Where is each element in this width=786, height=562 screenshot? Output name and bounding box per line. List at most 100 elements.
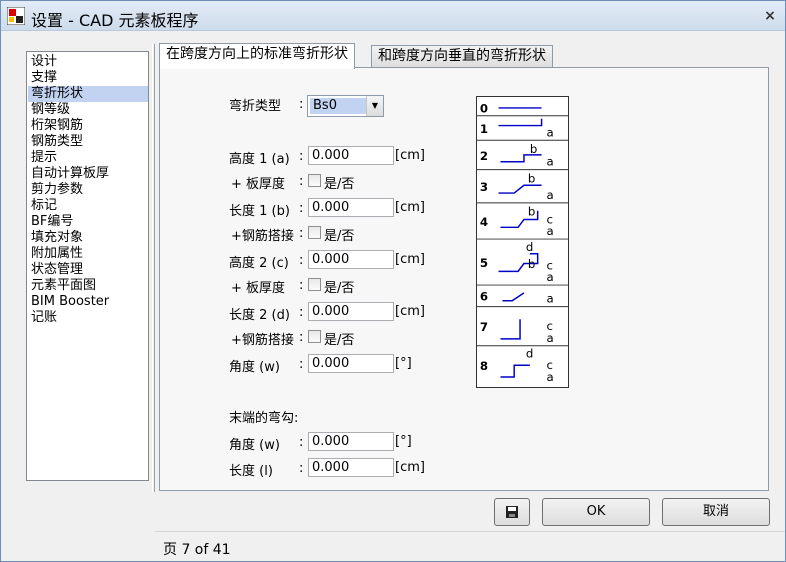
end-angle-unit: [°] xyxy=(395,434,412,449)
settings-nav-list[interactable]: 设计 支撑 弯折形状 钢等级 桁架钢筋 钢筋类型 提示 自动计算板厚 剪力参数 标记 BF编号 填充对… xyxy=(26,51,149,481)
end-length-input[interactable]: 0.000 xyxy=(308,458,394,477)
save-button[interactable] xyxy=(494,498,530,526)
angle-input[interactable]: 0.000 xyxy=(308,354,394,373)
angle-unit: [°] xyxy=(395,356,412,371)
splitter[interactable] xyxy=(152,44,155,492)
colon: : xyxy=(299,226,304,241)
length2-input[interactable]: 0.000 xyxy=(308,302,394,321)
bend-shapes-diagram[interactable]: 01 a2 ba3ba4bca5db ca6 a7 ca8dca xyxy=(476,96,569,388)
shape-dim-label: b xyxy=(528,171,535,185)
sidebar-item[interactable]: 设计 xyxy=(28,54,148,70)
sidebar-item[interactable]: BF编号 xyxy=(28,214,148,230)
shape-dim-label: a xyxy=(546,125,553,139)
bend-shape-line[interactable] xyxy=(500,319,521,340)
shape-number: 5 xyxy=(480,256,488,270)
colon: : xyxy=(299,278,304,293)
shape-dim-label: d xyxy=(526,346,533,360)
end-angle-label: 角度 (w) xyxy=(229,438,280,453)
sidebar-item[interactable]: 记账 xyxy=(28,310,148,326)
height1-input[interactable]: 0.000 xyxy=(308,146,394,165)
colon: : xyxy=(299,97,304,112)
plus-slab-checkbox[interactable] xyxy=(308,174,321,187)
plus-slab2-option: 是/否 xyxy=(324,281,355,296)
shape-dim-label: d xyxy=(526,240,533,254)
end-hook-title: 末端的弯勾: xyxy=(229,411,299,426)
plus-lap-option: 是/否 xyxy=(324,229,355,244)
shape-dim-label: b xyxy=(528,205,535,219)
sidebar-item[interactable]: 标记 xyxy=(28,198,148,214)
save-icon xyxy=(506,506,518,518)
shape-dim-label: a xyxy=(546,224,553,238)
cancel-button[interactable]: 取消 xyxy=(662,498,770,526)
sidebar-item[interactable]: 元素平面图 xyxy=(28,278,148,294)
bend-shape-line[interactable] xyxy=(498,184,542,194)
shape-dim-label: b xyxy=(530,142,537,156)
sidebar-item[interactable]: 提示 xyxy=(28,150,148,166)
tab-perpendicular-bend[interactable]: 和跨度方向垂直的弯折形状 xyxy=(371,45,553,69)
bend-shape-line[interactable] xyxy=(498,118,543,127)
shape-number: 3 xyxy=(480,180,488,194)
bend-type-value: Bs0 xyxy=(310,98,366,114)
end-length-label: 长度 (l) xyxy=(229,464,273,479)
close-button[interactable]: × xyxy=(759,6,781,26)
colon: : xyxy=(299,357,304,372)
plus-slab2-checkbox[interactable] xyxy=(308,278,321,291)
length1-input[interactable]: 0.000 xyxy=(308,198,394,217)
height1-unit: [cm] xyxy=(395,148,425,163)
end-angle-input[interactable]: 0.000 xyxy=(308,432,394,451)
bend-type-select[interactable]: Bs0 ▼ xyxy=(307,95,384,117)
sidebar-item[interactable]: 附加属性 xyxy=(28,246,148,262)
height2-unit: [cm] xyxy=(395,252,425,267)
height2-input[interactable]: 0.000 xyxy=(308,250,394,269)
app-icon xyxy=(7,7,25,25)
end-length-unit: [cm] xyxy=(395,460,425,475)
shape-dim-label: a xyxy=(546,155,553,169)
chevron-down-icon[interactable]: ▼ xyxy=(366,96,383,116)
shape-dim-label: a xyxy=(546,188,553,202)
title-bar: 设置 - CAD 元素板程序 × xyxy=(1,1,785,31)
sidebar-item[interactable]: 状态管理 xyxy=(28,262,148,278)
sidebar-item[interactable]: BIM Booster xyxy=(28,294,148,310)
shape-dim-label: a xyxy=(546,331,553,345)
shape-dim-label: a xyxy=(546,292,553,306)
colon: : xyxy=(299,201,304,216)
sidebar-item[interactable]: 自动计算板厚 xyxy=(28,166,148,182)
bend-type-label: 弯折类型 xyxy=(229,99,282,114)
plus-lap2-label: +钢筋搭接 xyxy=(231,333,294,348)
bend-shape-line[interactable] xyxy=(502,292,525,302)
colon: : xyxy=(299,149,304,164)
sidebar-item[interactable]: 填充对象 xyxy=(28,230,148,246)
length1-label: 长度 1 (b) xyxy=(229,204,290,219)
height2-label: 高度 2 (c) xyxy=(229,256,289,271)
colon: : xyxy=(299,305,304,320)
sidebar-item[interactable]: 弯折形状 xyxy=(28,86,148,102)
plus-lap-label: +钢筋搭接 xyxy=(231,229,294,244)
plus-slab-option: 是/否 xyxy=(324,177,355,192)
sidebar-item[interactable]: 支撑 xyxy=(28,70,148,86)
angle-label: 角度 (w) xyxy=(229,360,280,375)
window-title: 设置 - CAD 元素板程序 xyxy=(31,11,199,30)
bend-shape-line[interactable] xyxy=(500,364,530,378)
sidebar-item[interactable]: 剪力参数 xyxy=(28,182,148,198)
sidebar-item[interactable]: 钢筋类型 xyxy=(28,134,148,150)
plus-lap-checkbox[interactable] xyxy=(308,226,321,239)
sidebar-item[interactable]: 桁架钢筋 xyxy=(28,118,148,134)
length1-unit: [cm] xyxy=(395,200,425,215)
status-bar: 页 7 of 41 xyxy=(155,531,785,561)
page-indicator: 页 7 of 41 xyxy=(163,542,231,558)
shape-number: 2 xyxy=(480,149,488,163)
sidebar-item[interactable]: 钢等级 xyxy=(28,102,148,118)
height1-label: 高度 1 (a) xyxy=(229,152,290,167)
tab-standard-bend[interactable]: 在跨度方向上的标准弯折形状 xyxy=(159,43,355,69)
shape-number: 0 xyxy=(480,101,488,115)
ok-button[interactable]: OK xyxy=(542,498,650,526)
plus-lap2-checkbox[interactable] xyxy=(308,330,321,343)
colon: : xyxy=(299,330,304,345)
shape-number: 7 xyxy=(480,320,488,334)
shape-dim-label: a xyxy=(546,270,553,284)
plus-lap2-option: 是/否 xyxy=(324,333,355,348)
length2-unit: [cm] xyxy=(395,304,425,319)
length2-label: 长度 2 (d) xyxy=(229,308,290,323)
plus-slab2-label: + 板厚度 xyxy=(231,281,286,296)
shape-number: 1 xyxy=(480,122,488,136)
